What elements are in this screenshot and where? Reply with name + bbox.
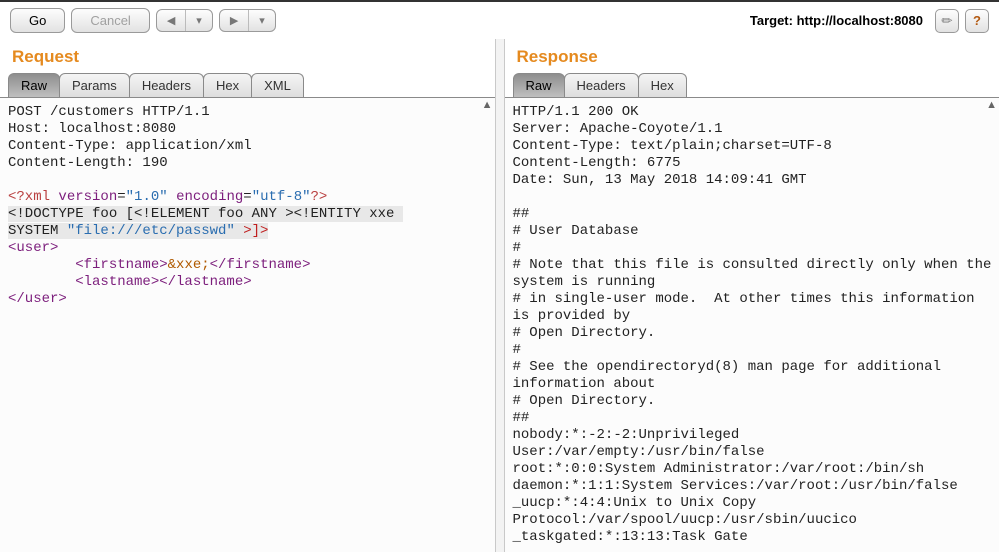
edit-target-button[interactable]: ✎	[935, 9, 959, 33]
back-menu[interactable]: ▾	[185, 10, 212, 31]
question-icon: ?	[973, 13, 981, 28]
chevron-left-icon: ◀	[167, 14, 175, 27]
chevron-down-icon: ▾	[196, 14, 202, 27]
chevron-right-icon: ▶	[230, 14, 238, 27]
back-button[interactable]: ◀	[157, 10, 185, 31]
request-body[interactable]: ▲ POST /customers HTTP/1.1 Host: localho…	[0, 98, 495, 552]
help-button[interactable]: ?	[965, 9, 989, 33]
forward-button[interactable]: ▶	[220, 10, 248, 31]
request-title: Request	[0, 39, 495, 73]
history-back-group: ◀ ▾	[156, 9, 213, 32]
cancel-button[interactable]: Cancel	[71, 8, 149, 33]
tab-params[interactable]: Params	[59, 73, 130, 97]
chevron-down-icon: ▾	[259, 14, 265, 27]
tab-raw[interactable]: Raw	[8, 73, 60, 97]
toolbar: Go Cancel ◀ ▾ ▶ ▾ Target: http://localho…	[0, 2, 999, 39]
request-tabs: Raw Params Headers Hex XML	[0, 73, 495, 98]
response-title: Response	[505, 39, 999, 73]
response-body[interactable]: ▲ HTTP/1.1 200 OK Server: Apache-Coyote/…	[505, 98, 999, 552]
split-handle[interactable]	[495, 39, 505, 552]
tab-hex[interactable]: Hex	[203, 73, 252, 97]
scroll-up-icon[interactable]: ▲	[482, 100, 493, 111]
target-label: Target: http://localhost:8080	[750, 13, 929, 28]
tab-headers[interactable]: Headers	[564, 73, 639, 97]
tab-headers[interactable]: Headers	[129, 73, 204, 97]
scroll-up-icon[interactable]: ▲	[986, 100, 997, 111]
request-panel: Request Raw Params Headers Hex XML ▲ POS…	[0, 39, 495, 552]
forward-menu[interactable]: ▾	[248, 10, 275, 31]
pencil-icon: ✎	[937, 11, 956, 30]
response-panel: Response Raw Headers Hex ▲ HTTP/1.1 200 …	[505, 39, 999, 552]
response-tabs: Raw Headers Hex	[505, 73, 999, 98]
tab-xml[interactable]: XML	[251, 73, 304, 97]
tab-hex[interactable]: Hex	[638, 73, 687, 97]
go-button[interactable]: Go	[10, 8, 65, 33]
split-view: Request Raw Params Headers Hex XML ▲ POS…	[0, 39, 999, 552]
history-fwd-group: ▶ ▾	[219, 9, 276, 32]
tab-raw[interactable]: Raw	[513, 73, 565, 97]
